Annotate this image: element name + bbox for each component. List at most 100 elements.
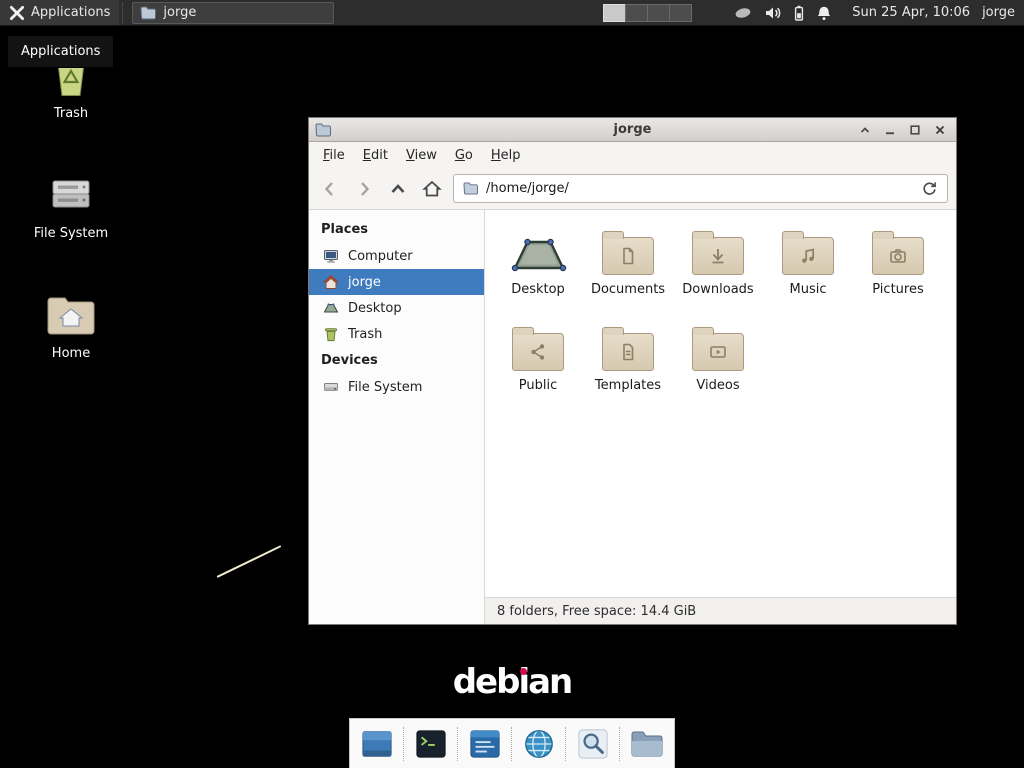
folder-label: Pictures — [872, 282, 923, 297]
dock-terminal-button[interactable] — [412, 723, 450, 765]
folder-item-pictures[interactable]: Pictures — [853, 220, 943, 316]
folder-label: Documents — [591, 282, 665, 297]
desktop-icon-label: File System — [34, 226, 108, 241]
panel-username[interactable]: jorge — [982, 5, 1015, 20]
folder-item-music[interactable]: Music — [763, 220, 853, 316]
back-button[interactable] — [317, 176, 342, 201]
sidebar-item-label: Trash — [348, 327, 382, 342]
path-text[interactable]: /home/jorge/ — [486, 181, 907, 196]
panel-clock[interactable]: Sun 25 Apr, 10:06 — [852, 5, 970, 20]
sidebar-item-label: jorge — [348, 275, 381, 290]
folder-music-icon — [782, 237, 834, 275]
up-icon — [388, 179, 408, 199]
dock-show-desktop-button[interactable] — [358, 723, 396, 765]
menu-go[interactable]: Go — [446, 144, 482, 167]
forward-icon — [354, 179, 374, 199]
minimize-button[interactable] — [880, 121, 900, 139]
workspace-2[interactable] — [625, 4, 648, 22]
trash-icon — [323, 326, 339, 342]
file-manager-window-icon — [140, 6, 156, 20]
applications-tooltip: Applications — [7, 35, 114, 68]
dock-text-editor-button[interactable] — [466, 723, 504, 765]
home-icon — [323, 274, 339, 290]
close-button[interactable] — [930, 121, 950, 139]
reload-button[interactable] — [915, 176, 943, 201]
workspace-3[interactable] — [647, 4, 670, 22]
desktop-icon-label: Trash — [54, 106, 88, 121]
maximize-button[interactable] — [905, 121, 925, 139]
terminal-icon — [414, 728, 448, 760]
minimize-icon — [884, 124, 896, 136]
volume-icon[interactable] — [764, 5, 782, 21]
menu-view[interactable]: View — [397, 144, 446, 167]
battery-icon[interactable] — [794, 5, 804, 21]
sidebar-item-jorge[interactable]: jorge — [309, 269, 484, 295]
folder-share-icon — [512, 333, 564, 371]
back-icon — [320, 179, 340, 199]
folder-label: Public — [519, 378, 557, 393]
toolbar: /home/jorge/ — [309, 168, 956, 210]
path-bar[interactable]: /home/jorge/ — [453, 174, 948, 203]
dock-separator — [457, 727, 459, 761]
sidebar-item-label: Computer — [348, 249, 413, 264]
sidebar-item-label: File System — [348, 380, 422, 395]
sidebar-item-computer[interactable]: Computer — [309, 243, 484, 269]
drive-icon — [323, 379, 339, 395]
filesystem-drive-icon — [47, 172, 95, 218]
workspace-4[interactable] — [669, 4, 692, 22]
notifications-bell-icon[interactable] — [816, 5, 832, 21]
desktop-icon-filesystem[interactable]: File System — [15, 172, 127, 241]
forward-button[interactable] — [351, 176, 376, 201]
panel-separator — [122, 3, 127, 23]
menu-edit[interactable]: Edit — [354, 144, 397, 167]
status-text: 8 folders, Free space: 14.4 GiB — [497, 604, 696, 619]
folder-label: Music — [790, 282, 827, 297]
debian-wordmark: debian — [0, 662, 1024, 702]
file-manager-icon — [630, 729, 664, 759]
folder-item-templates[interactable]: Templates — [583, 316, 673, 412]
web-browser-icon — [522, 728, 556, 760]
close-icon — [934, 124, 946, 136]
computer-icon — [323, 248, 339, 264]
desktop-icon-home[interactable]: Home — [15, 294, 127, 361]
devices-header: Devices — [309, 347, 484, 374]
desktop-icon — [323, 300, 339, 316]
app-finder-icon — [576, 728, 610, 760]
home-icon — [422, 179, 442, 199]
taskbar-window-button[interactable]: jorge — [132, 2, 334, 24]
status-icon[interactable] — [734, 6, 752, 20]
folder-item-public[interactable]: Public — [493, 316, 583, 412]
folder-templates-icon — [602, 333, 654, 371]
menu-help[interactable]: Help — [482, 144, 530, 167]
home-folder-icon — [46, 294, 96, 338]
menu-file[interactable]: File — [314, 144, 354, 167]
up-button[interactable] — [385, 176, 410, 201]
applications-menu-button[interactable]: Applications — [0, 0, 119, 25]
sidebar-item-trash[interactable]: Trash — [309, 321, 484, 347]
top-panel: Applications jorge Sun 25 Apr, 10: — [0, 0, 1024, 26]
desktop-special-icon — [508, 229, 568, 275]
window-titlebar[interactable]: jorge — [309, 118, 956, 142]
folder-item-downloads[interactable]: Downloads — [673, 220, 763, 316]
dock-app-finder-button[interactable] — [574, 723, 612, 765]
sidebar-item-file-system[interactable]: File System — [309, 374, 484, 400]
workspace-1[interactable] — [603, 4, 626, 22]
dock-separator — [511, 727, 513, 761]
dock-file-manager-button[interactable] — [628, 723, 666, 765]
folder-item-videos[interactable]: Videos — [673, 316, 763, 412]
tooltip-text: Applications — [21, 44, 100, 59]
folder-documents-icon — [602, 237, 654, 275]
home-button[interactable] — [419, 176, 444, 201]
file-manager-window: jorge F — [308, 117, 957, 625]
dock-web-browser-button[interactable] — [520, 723, 558, 765]
applications-menu-icon — [9, 5, 25, 21]
reload-icon — [921, 180, 938, 197]
folder-item-desktop[interactable]: Desktop — [493, 220, 583, 316]
shade-button[interactable] — [855, 121, 875, 139]
sidebar-item-label: Desktop — [348, 301, 402, 316]
menu-bar: File Edit View Go Help — [309, 142, 956, 168]
folder-item-documents[interactable]: Documents — [583, 220, 673, 316]
text-editor-icon — [468, 728, 502, 760]
sidebar-item-desktop[interactable]: Desktop — [309, 295, 484, 321]
dock-separator — [619, 727, 621, 761]
